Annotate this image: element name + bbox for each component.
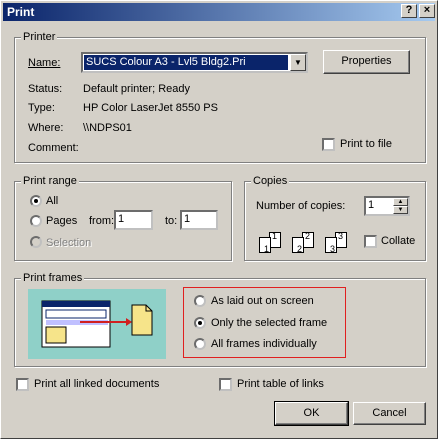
number-of-copies-label: Number of copies:	[256, 200, 346, 212]
close-button[interactable]: ×	[419, 4, 435, 18]
printer-name-select[interactable]: SUCS Colour A3 - Lvl5 Bldg2.Pri ▼	[81, 52, 308, 73]
window-title: Print	[7, 5, 35, 19]
from-label: from:	[89, 215, 115, 227]
print-table-of-links-checkbox[interactable]	[219, 378, 232, 391]
page-number: 1	[263, 244, 269, 254]
page-number: 1	[272, 231, 278, 241]
page-number: 2	[296, 244, 302, 254]
range-all-radio[interactable]	[30, 195, 42, 207]
print-to-file-checkbox[interactable]	[322, 138, 335, 151]
range-selection-radio[interactable]	[30, 236, 42, 248]
print-to-file-label: Print to file	[340, 138, 392, 150]
printer-name-label: Name:	[28, 57, 60, 70]
frames-illustration	[28, 289, 166, 359]
range-pages-label: Pages	[46, 215, 78, 227]
title-bar[interactable]: Print	[3, 3, 435, 21]
page-number: 3	[329, 244, 335, 254]
help-button[interactable]: ?	[401, 4, 417, 18]
copies-group-label: Copies	[251, 174, 290, 188]
collate-label: Collate	[381, 235, 416, 247]
print-table-of-links-label: Print table of links	[237, 378, 324, 390]
collate-page-icon: 2	[292, 237, 304, 254]
frames-laid-out-label: As laid out on screen	[211, 295, 314, 307]
page-number: 3	[338, 231, 344, 241]
copies-spinner[interactable]: ▲ ▼	[393, 198, 408, 214]
status-value: Default printer; Ready	[83, 83, 190, 95]
ok-button[interactable]: OK	[274, 401, 349, 426]
frames-individually-label: All frames individually	[211, 338, 317, 350]
where-value: \\NDPS01	[83, 122, 132, 134]
printer-name-value: SUCS Colour A3 - Lvl5 Bldg2.Pri	[84, 55, 288, 70]
printer-group-label: Printer	[21, 30, 58, 44]
where-label: Where:	[28, 122, 64, 134]
cancel-button[interactable]: Cancel	[353, 402, 426, 425]
frames-selected-frame-label: Only the selected frame	[211, 317, 328, 329]
print-linked-docs-label: Print all linked documents	[34, 378, 160, 390]
comment-label: Comment:	[28, 142, 79, 154]
type-label: Type:	[28, 102, 55, 114]
status-label: Status:	[28, 83, 63, 95]
frames-laid-out-radio[interactable]	[194, 295, 206, 307]
frames-selected-frame-radio[interactable]	[194, 317, 206, 329]
collate-checkbox[interactable]	[364, 235, 377, 248]
range-all-label: All	[46, 195, 59, 207]
printer-name-label-text: Name:	[28, 57, 61, 69]
chevron-down-icon[interactable]: ▼	[393, 206, 408, 214]
range-selection-label: Selection	[46, 237, 92, 249]
chevron-up-icon[interactable]: ▲	[393, 198, 408, 206]
print-dialog: Print ? × Printer Name: SUCS Colour A3 -…	[0, 0, 438, 439]
close-icon: ×	[423, 4, 431, 16]
help-icon: ?	[405, 4, 413, 16]
from-input[interactable]: 1	[114, 210, 153, 230]
page-number: 2	[305, 231, 311, 241]
to-label: to:	[165, 215, 178, 227]
range-pages-radio[interactable]	[30, 215, 42, 227]
frames-individually-radio[interactable]	[194, 338, 206, 350]
collate-page-icon: 3	[325, 237, 337, 254]
print-linked-docs-checkbox[interactable]	[16, 378, 29, 391]
to-input[interactable]: 1	[180, 210, 218, 230]
properties-button[interactable]: Properties	[323, 50, 410, 74]
type-value: HP Color LaserJet 8550 PS	[83, 102, 218, 114]
print-frames-group-label: Print frames	[21, 271, 85, 285]
chevron-down-icon[interactable]: ▼	[290, 54, 306, 71]
collate-page-icon: 1	[259, 237, 271, 254]
print-range-group-label: Print range	[21, 174, 79, 188]
